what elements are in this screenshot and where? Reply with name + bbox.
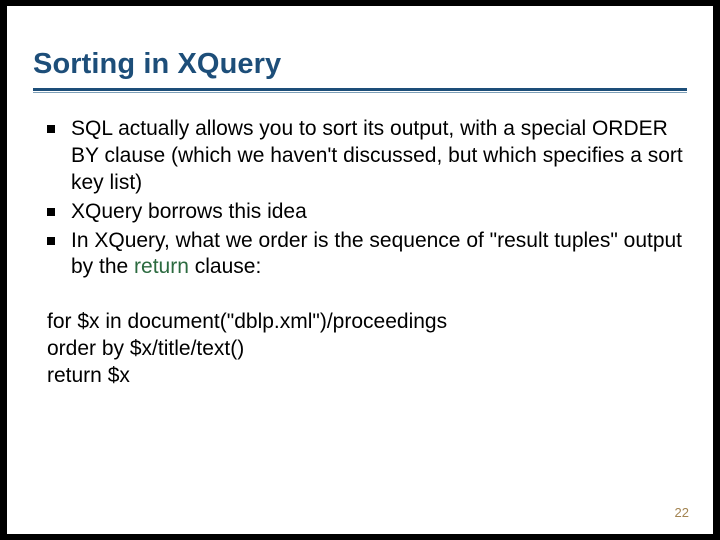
bullet-item: SQL actually allows you to sort its outp… (47, 116, 683, 197)
code-line: for $x in document("dblp.xml")/proceedin… (47, 309, 683, 336)
highlight-return: return (134, 255, 189, 278)
slide-title: Sorting in XQuery (33, 48, 687, 81)
bullet-list: SQL actually allows you to sort its outp… (47, 116, 683, 281)
bullet-item: XQuery borrows this idea (47, 199, 683, 226)
bullet-tail: clause: (189, 255, 261, 278)
title-underline (33, 88, 687, 91)
code-block: for $x in document("dblp.xml")/proceedin… (47, 309, 683, 390)
code-line: return $x (47, 363, 683, 390)
bullet-item: In XQuery, what we order is the sequence… (47, 228, 683, 282)
page-number: 22 (675, 505, 689, 520)
slide-body: SQL actually allows you to sort its outp… (47, 116, 683, 390)
code-line: order by $x/title/text() (47, 336, 683, 363)
title-underline-thin (33, 92, 687, 93)
slide: Sorting in XQuery SQL actually allows yo… (7, 6, 713, 534)
